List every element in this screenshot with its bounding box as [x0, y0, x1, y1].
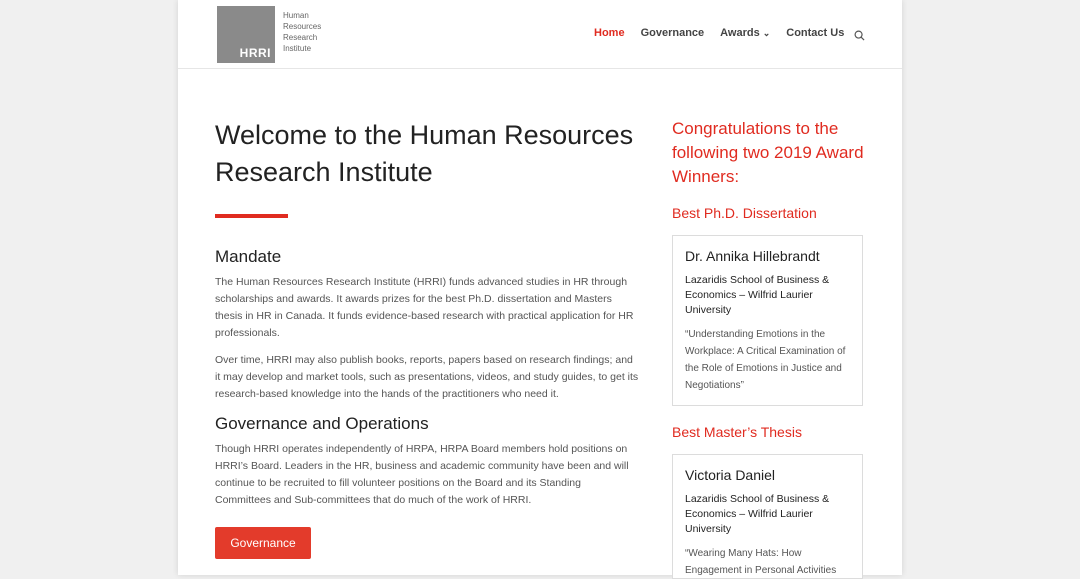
- main-nav: Home Governance Awards ⌄ Contact Us: [594, 27, 860, 39]
- winner-affiliation: Lazaridis School of Business & Economics…: [685, 493, 830, 535]
- winner-thesis-title: “Wearing Many Hats: How Engagement in Pe…: [685, 548, 837, 576]
- nav-governance[interactable]: Governance: [641, 27, 705, 39]
- phd-heading: Best Ph.D. Dissertation: [672, 205, 817, 221]
- site-header: HRRI Human Resources Research Institute …: [178, 0, 902, 69]
- nav-home[interactable]: Home: [594, 27, 625, 39]
- logo-text: Human Resources Research Institute: [283, 10, 321, 54]
- phd-winner-card: Dr. Annika Hillebrandt Lazaridis School …: [672, 235, 863, 406]
- logo-line: Research: [283, 33, 318, 42]
- winner-thesis-title: “Understanding Emotions in the Workplace…: [685, 329, 846, 391]
- logo-line: Institute: [283, 44, 312, 53]
- awards-title: Congratulations to the following two 201…: [672, 119, 864, 186]
- nav-awards[interactable]: Awards ⌄: [720, 27, 770, 39]
- winner-name: Victoria Daniel: [685, 467, 776, 483]
- nav-awards-label: Awards: [720, 27, 760, 39]
- mandate-paragraph-1: The Human Resources Research Institute (…: [215, 276, 634, 339]
- winner-affiliation: Lazaridis School of Business & Economics…: [685, 274, 830, 316]
- nav-contact[interactable]: Contact Us: [786, 27, 844, 39]
- winner-name: Dr. Annika Hillebrandt: [685, 248, 820, 264]
- search-icon[interactable]: [854, 30, 865, 41]
- logo-line: Resources: [283, 22, 322, 31]
- logo-line: Human: [283, 11, 309, 20]
- governance-paragraph: Though HRRI operates independently of HR…: [215, 443, 629, 506]
- governance-heading: Governance and Operations: [215, 414, 429, 433]
- masters-heading: Best Master’s Thesis: [672, 424, 802, 440]
- page-title: Welcome to the Human Resources Research …: [215, 120, 634, 187]
- governance-button[interactable]: Governance: [215, 527, 311, 559]
- logo-abbr: HRRI: [239, 46, 271, 60]
- mandate-heading: Mandate: [215, 247, 282, 266]
- chevron-down-icon: ⌄: [762, 28, 771, 38]
- title-divider: [215, 214, 288, 218]
- logo[interactable]: HRRI: [217, 6, 275, 63]
- mandate-paragraph-2: Over time, HRRI may also publish books, …: [215, 354, 639, 400]
- masters-winner-card: Victoria Daniel Lazaridis School of Busi…: [672, 454, 863, 579]
- page-container: HRRI Human Resources Research Institute …: [178, 0, 902, 579]
